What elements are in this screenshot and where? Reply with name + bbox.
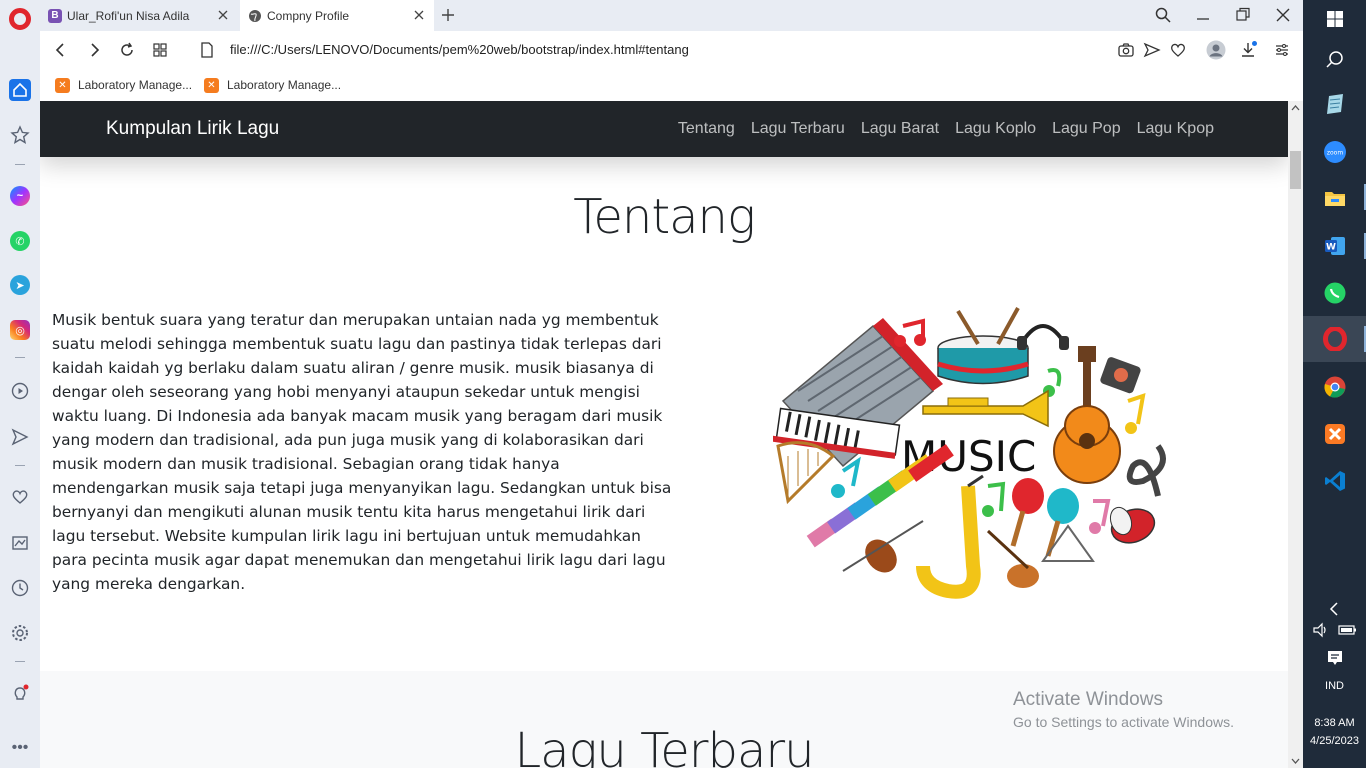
whatsapp-icon[interactable] (1322, 280, 1348, 306)
trumpet-icon (922, 389, 1049, 428)
zoom-icon[interactable]: zoom (1322, 139, 1348, 165)
about-heading: Tentang (573, 189, 756, 245)
whatsapp-icon[interactable]: ✆ (9, 230, 31, 252)
tab-label: Ular_Rofi'un Nisa Adila (67, 8, 190, 23)
heart-icon[interactable] (1169, 41, 1187, 59)
star-icon[interactable] (9, 124, 31, 146)
scroll-down-icon[interactable] (1291, 756, 1300, 765)
restore-icon[interactable] (1234, 6, 1252, 24)
clock-time[interactable]: 8:38 AM (1303, 717, 1366, 729)
opera-sidebar: ~ ✆ ➤ ◎ ••• (0, 0, 40, 768)
tab-label: Compny Profile (267, 8, 350, 23)
sidebar-divider (15, 164, 25, 165)
reload-icon[interactable] (118, 41, 136, 59)
close-icon[interactable] (412, 8, 426, 22)
file-icon (201, 42, 213, 58)
opera-logo-icon[interactable] (9, 8, 31, 30)
tiles-icon[interactable] (151, 41, 169, 59)
search-icon[interactable] (1322, 47, 1348, 73)
watermark-subtitle: Go to Settings to activate Windows. (1013, 714, 1234, 730)
scroll-thumb[interactable] (1290, 151, 1301, 189)
sidebar-divider (15, 661, 25, 662)
bookmark-label: Laboratory Manage... (227, 78, 342, 92)
site-brand[interactable]: Kumpulan Lirik Lagu (106, 118, 279, 140)
bookmark-item[interactable]: ✕ Laboratory Manage... (204, 76, 341, 94)
clock-date[interactable]: 4/25/2023 (1303, 735, 1366, 747)
language-indicator[interactable]: IND (1303, 680, 1366, 692)
nav-link-lagu-barat[interactable]: Lagu Barat (861, 120, 939, 138)
url-field[interactable]: file:///C:/Users/LENOVO/Documents/pem%20… (230, 42, 689, 57)
svg-text:W: W (1326, 243, 1336, 253)
site-navbar: Kumpulan Lirik Lagu Tentang Lagu Terbaru… (40, 101, 1288, 157)
tab-strip: B Ular_Rofi'un Nisa Adila Compny Profile (40, 0, 1303, 31)
windows-start-icon[interactable] (1322, 6, 1348, 32)
windows-taskbar: zoom W IND 8:38 AM 4/25/2023 (1303, 0, 1366, 768)
nav-links: Tentang Lagu Terbaru Lagu Barat Lagu Kop… (678, 120, 1214, 138)
history-icon[interactable] (9, 577, 31, 599)
close-window-icon[interactable] (1274, 6, 1292, 24)
opera-icon[interactable] (1322, 326, 1348, 352)
nav-link-lagu-koplo[interactable]: Lagu Koplo (955, 120, 1036, 138)
xampp-icon: ✕ (204, 77, 219, 93)
nav-link-lagu-kpop[interactable]: Lagu Kpop (1137, 120, 1214, 138)
word-icon[interactable]: W (1322, 233, 1348, 259)
instagram-icon[interactable]: ◎ (9, 319, 31, 341)
vscode-icon[interactable] (1322, 468, 1348, 494)
file-explorer-icon[interactable] (1322, 185, 1348, 211)
nav-link-lagu-pop[interactable]: Lagu Pop (1052, 120, 1121, 138)
tab-company-profile[interactable]: Compny Profile (240, 0, 434, 31)
svg-text:zoom: zoom (1327, 150, 1343, 157)
snapshot-icon[interactable] (9, 532, 31, 554)
download-icon[interactable] (1239, 41, 1257, 59)
search-tabs-icon[interactable] (1154, 6, 1172, 24)
forward-icon[interactable] (85, 41, 103, 59)
back-icon[interactable] (52, 41, 70, 59)
about-paragraph: Musik bentuk suara yang teratur dan meru… (52, 311, 672, 593)
home-icon[interactable] (9, 79, 31, 101)
lightbulb-icon[interactable] (9, 683, 31, 705)
nav-link-tentang[interactable]: Tentang (678, 120, 735, 138)
watermark-title: Activate Windows (1013, 689, 1163, 710)
minimize-icon[interactable] (1194, 6, 1212, 24)
close-icon[interactable] (216, 8, 230, 22)
nav-link-lagu-terbaru[interactable]: Lagu Terbaru (751, 120, 845, 138)
player-icon[interactable] (9, 380, 31, 402)
settings-gear-icon[interactable] (9, 622, 31, 644)
xampp-icon: ✕ (55, 77, 70, 93)
notification-icon[interactable] (1322, 645, 1348, 671)
send-icon[interactable] (1143, 41, 1161, 59)
chrome-icon[interactable] (1322, 374, 1348, 400)
drum-icon (937, 307, 1029, 385)
camera-icon[interactable] (1117, 41, 1135, 59)
activate-windows-watermark: Activate Windows Go to Settings to activ… (1013, 689, 1234, 730)
volume-icon[interactable] (1311, 620, 1331, 640)
profile-avatar-icon[interactable] (1206, 40, 1226, 60)
page-scrollbar[interactable] (1288, 101, 1303, 768)
xampp-icon[interactable] (1322, 421, 1348, 447)
notepad-icon[interactable] (1322, 91, 1348, 117)
page-viewport: Kumpulan Lirik Lagu Tentang Lagu Terbaru… (40, 101, 1288, 768)
sidebar-divider (15, 357, 25, 358)
music-illustration: MUSIC (773, 307, 1166, 599)
more-icon[interactable]: ••• (9, 737, 31, 759)
scroll-up-icon[interactable] (1291, 104, 1300, 113)
bootstrap-icon: B (48, 8, 62, 23)
bookmark-item[interactable]: ✕ Laboratory Manage... (55, 76, 192, 94)
send-icon[interactable] (9, 426, 31, 448)
new-tab-icon[interactable] (440, 7, 456, 23)
bookmarks-bar: ✕ Laboratory Manage... ✕ Laboratory Mana… (40, 70, 1303, 101)
easy-setup-icon[interactable] (1273, 41, 1291, 59)
messenger-icon[interactable]: ~ (9, 185, 31, 207)
sidebar-divider (15, 465, 25, 466)
address-bar: file:///C:/Users/LENOVO/Documents/pem%20… (40, 31, 1303, 70)
globe-icon (248, 9, 262, 23)
tab-ular[interactable]: B Ular_Rofi'un Nisa Adila (40, 0, 238, 31)
heart-icon[interactable] (9, 486, 31, 508)
battery-icon[interactable] (1336, 620, 1358, 640)
bookmark-label: Laboratory Manage... (78, 78, 193, 92)
telegram-icon[interactable]: ➤ (9, 274, 31, 296)
